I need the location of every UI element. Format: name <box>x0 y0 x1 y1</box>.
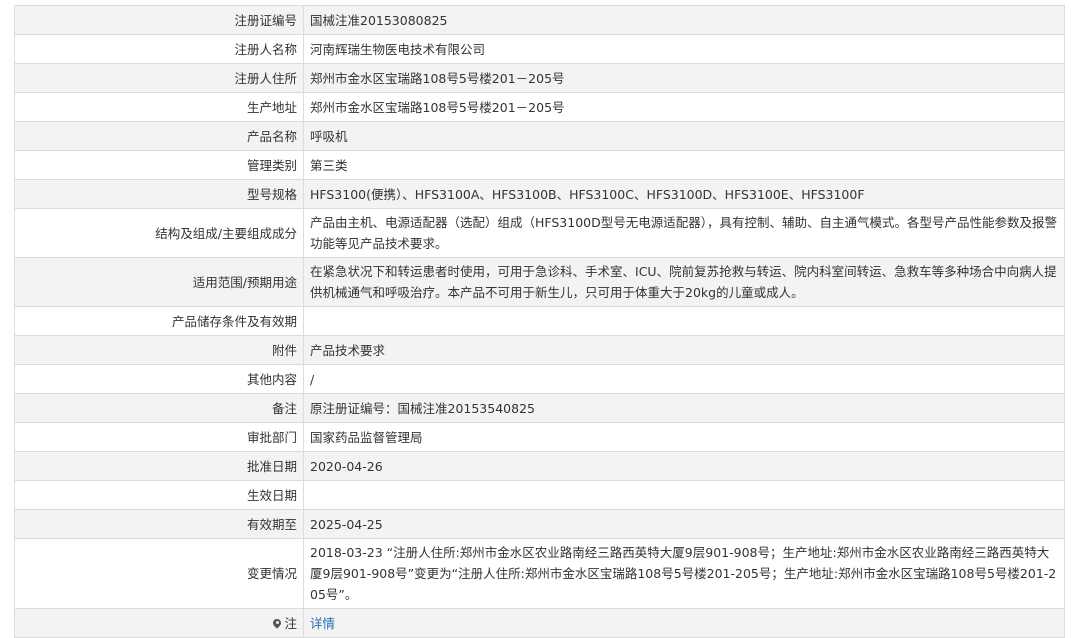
detail-table: 注册证编号 国械注准20153080825 注册人名称 河南辉瑞生物医电技术有限… <box>14 5 1065 638</box>
field-label: 注册人名称 <box>14 34 304 64</box>
field-label: 结构及组成/主要组成成分 <box>14 208 304 258</box>
field-label: 有效期至 <box>14 509 304 539</box>
row-registrant-name: 注册人名称 河南辉瑞生物医电技术有限公司 <box>14 34 1065 64</box>
field-value: 2018-03-23 “注册人住所:郑州市金水区农业路南经三路西英特大厦9层90… <box>303 538 1065 609</box>
field-value: 2020-04-26 <box>303 451 1065 481</box>
details-link[interactable]: 详情 <box>310 616 335 631</box>
field-value: 河南辉瑞生物医电技术有限公司 <box>303 34 1065 64</box>
field-value: 2025-04-25 <box>303 509 1065 539</box>
field-label: 审批部门 <box>14 422 304 452</box>
field-value: / <box>303 364 1065 394</box>
field-value <box>303 480 1065 510</box>
field-value: 产品技术要求 <box>303 335 1065 365</box>
field-label: 生产地址 <box>14 92 304 122</box>
pin-icon <box>273 619 281 629</box>
field-label: 其他内容 <box>14 364 304 394</box>
field-value: 郑州市金水区宝瑞路108号5号楼201－205号 <box>303 92 1065 122</box>
field-label: 适用范围/预期用途 <box>14 257 304 307</box>
field-value: 原注册证编号：国械注准20153540825 <box>303 393 1065 423</box>
field-label: 生效日期 <box>14 480 304 510</box>
field-value: 呼吸机 <box>303 121 1065 151</box>
field-value <box>303 306 1065 336</box>
field-label: 注册人住所 <box>14 63 304 93</box>
field-label: 批准日期 <box>14 451 304 481</box>
row-product-name: 产品名称 呼吸机 <box>14 121 1065 151</box>
field-value: 在紧急状况下和转运患者时使用，可用于急诊科、手术室、ICU、院前复苏抢救与转运、… <box>303 257 1065 307</box>
note-label: 注 <box>284 615 297 631</box>
field-value: 国械注准20153080825 <box>303 5 1065 35</box>
row-effective-date: 生效日期 <box>14 480 1065 510</box>
field-label: 附件 <box>14 335 304 365</box>
field-value: 郑州市金水区宝瑞路108号5号楼201－205号 <box>303 63 1065 93</box>
row-valid-until: 有效期至 2025-04-25 <box>14 509 1065 539</box>
field-label: 型号规格 <box>14 179 304 209</box>
field-label: 变更情况 <box>14 538 304 609</box>
field-label: 产品储存条件及有效期 <box>14 306 304 336</box>
field-label: 注册证编号 <box>14 5 304 35</box>
row-remarks: 备注 原注册证编号：国械注准20153540825 <box>14 393 1065 423</box>
field-label: 产品名称 <box>14 121 304 151</box>
row-note: 注 详情 <box>14 608 1065 638</box>
row-structure-composition: 结构及组成/主要组成成分 产品由主机、电源适配器（选配）组成（HFS3100D型… <box>14 208 1065 258</box>
row-change-history: 变更情况 2018-03-23 “注册人住所:郑州市金水区农业路南经三路西英特大… <box>14 538 1065 609</box>
row-registrant-address: 注册人住所 郑州市金水区宝瑞路108号5号楼201－205号 <box>14 63 1065 93</box>
row-storage-conditions: 产品储存条件及有效期 <box>14 306 1065 336</box>
row-approval-department: 审批部门 国家药品监督管理局 <box>14 422 1065 452</box>
field-label: 管理类别 <box>14 150 304 180</box>
field-value: HFS3100(便携）、HFS3100A、HFS3100B、HFS3100C、H… <box>303 179 1065 209</box>
field-label: 备注 <box>14 393 304 423</box>
row-attachment: 附件 产品技术要求 <box>14 335 1065 365</box>
row-production-address: 生产地址 郑州市金水区宝瑞路108号5号楼201－205号 <box>14 92 1065 122</box>
row-intended-use: 适用范围/预期用途 在紧急状况下和转运患者时使用，可用于急诊科、手术室、ICU、… <box>14 257 1065 307</box>
row-approval-date: 批准日期 2020-04-26 <box>14 451 1065 481</box>
field-value: 第三类 <box>303 150 1065 180</box>
note-label-cell: 注 <box>14 608 304 638</box>
row-management-category: 管理类别 第三类 <box>14 150 1065 180</box>
field-value: 产品由主机、电源适配器（选配）组成（HFS3100D型号无电源适配器），具有控制… <box>303 208 1065 258</box>
row-registration-number: 注册证编号 国械注准20153080825 <box>14 5 1065 35</box>
registration-detail: 注册证编号 国械注准20153080825 注册人名称 河南辉瑞生物医电技术有限… <box>14 5 1065 638</box>
field-value: 国家药品监督管理局 <box>303 422 1065 452</box>
note-value-cell: 详情 <box>303 608 1065 638</box>
row-model-spec: 型号规格 HFS3100(便携）、HFS3100A、HFS3100B、HFS31… <box>14 179 1065 209</box>
row-other-content: 其他内容 / <box>14 364 1065 394</box>
